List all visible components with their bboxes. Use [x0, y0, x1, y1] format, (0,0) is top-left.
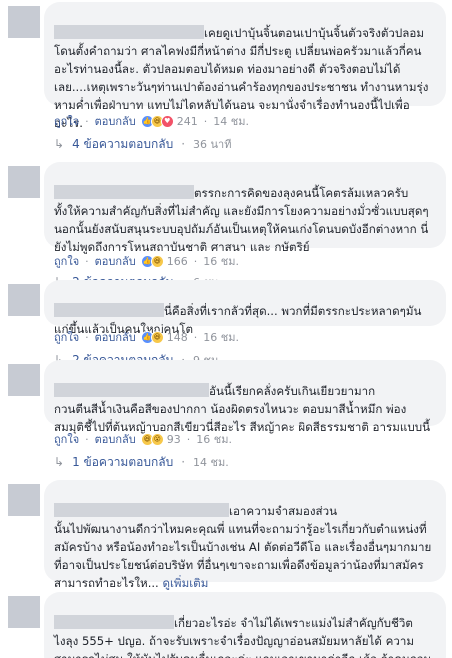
comment-thread: เคยดูเปาบุ้นจิ้นตอนเปาบุ้นจิ้นตัวจริงตัว…: [0, 0, 452, 658]
reaction-count: 166: [166, 254, 188, 268]
comment-text-line: อันนี้เรียกคลั่งครับเกินเยียวยามาก: [209, 384, 376, 398]
avatar[interactable]: [8, 284, 40, 316]
comment-text-line: นี่คือสิ่งที่เรากลัวที่สุด... พวกที่มีตร…: [164, 304, 422, 318]
comment-bubble: เกี่ยวอะไรอ่ะ จำไม่ได้เพราะแม่งไม่สำคัญก…: [44, 592, 446, 658]
comment-actions: ถูกใจ · ตอบกลับ 👍 😆 166 · 16 ชม.: [54, 252, 239, 270]
comment-actions: ถูกใจ · ตอบกลับ 👍 😆 ♥ 241 · 14 ชม.: [54, 112, 249, 130]
comment-text-line: เกี่ยวอะไรอ่ะ จำไม่ได้เพราะแม่งไม่สำคัญก…: [174, 616, 413, 630]
comment-text: ทั้งให้ความสำคัญกับสิ่งที่ไม่สำคัญ และยั…: [54, 204, 429, 254]
comment-bubble: นี่คือสิ่งที่เรากลัวที่สุด... พวกที่มีตร…: [44, 280, 446, 336]
like-link[interactable]: ถูกใจ: [54, 328, 79, 346]
like-link[interactable]: ถูกใจ: [54, 252, 79, 270]
wow-reaction-icon: 😮: [150, 432, 164, 446]
haha-reaction-icon: 😆: [150, 330, 164, 344]
comment-text: ไงลุง 555+ ปญอ. ถ้าจะรับเพราะจำเรื่องปัญ…: [54, 634, 431, 658]
comment-time[interactable]: 14 ชม.: [213, 112, 249, 130]
comment-text-line: ตรรกะการคิดของลุงคนนี้โคตรล้มเหลวครับ: [194, 186, 409, 200]
comment-actions: ถูกใจ · ตอบกลับ 😆 😮 93 · 16 ชม.: [54, 430, 232, 448]
like-link[interactable]: ถูกใจ: [54, 430, 79, 448]
reaction-summary[interactable]: 👍 😆 ♥ 241: [140, 114, 198, 128]
replies-time: 36 นาที: [193, 138, 232, 151]
redacted-commenter-name[interactable]: [54, 383, 209, 397]
view-replies[interactable]: ↳ 1 ข้อความตอบกลับ · 14 ชม.: [54, 452, 229, 472]
replies-count-label[interactable]: 4 ข้อความตอบกลับ: [72, 135, 173, 154]
comment-bubble: เอาความจำสมองส่วน นั้นไปพัฒนางานดีกว่าไห…: [44, 480, 446, 590]
replies-time: 14 ชม.: [193, 456, 229, 469]
reply-link[interactable]: ตอบกลับ: [95, 252, 136, 270]
see-more-link[interactable]: ดูเพิ่มเติม: [162, 576, 208, 590]
love-reaction-icon: ♥: [160, 114, 174, 128]
redacted-commenter-name[interactable]: [54, 615, 174, 629]
reaction-count: 93: [166, 432, 181, 446]
comment-text: นั้นไปพัฒนางานดีกว่าไหมคะคุณพี่ แทนที่จะ…: [54, 522, 432, 590]
avatar[interactable]: [8, 166, 40, 198]
reply-link[interactable]: ตอบกลับ: [95, 430, 136, 448]
reply-arrow-icon: ↳: [54, 455, 65, 469]
comment-text-line: เอาความจำสมองส่วน: [229, 504, 338, 518]
comment-bubble: ตรรกะการคิดของลุงคนนี้โคตรล้มเหลวครับ ทั…: [44, 162, 446, 254]
avatar[interactable]: [8, 596, 40, 628]
comment-bubble: เคยดูเปาบุ้นจิ้นตอนเปาบุ้นจิ้นตัวจริงตัว…: [44, 2, 446, 130]
redacted-commenter-name[interactable]: [54, 303, 164, 317]
comment-time[interactable]: 16 ชม.: [203, 252, 239, 270]
reply-link[interactable]: ตอบกลับ: [95, 328, 136, 346]
avatar[interactable]: [8, 6, 40, 38]
redacted-commenter-name[interactable]: [54, 185, 194, 199]
like-link[interactable]: ถูกใจ: [54, 112, 79, 130]
redacted-commenter-name[interactable]: [54, 25, 204, 39]
comment-time[interactable]: 16 ชม.: [196, 430, 232, 448]
reply-link[interactable]: ตอบกลับ: [95, 112, 136, 130]
reaction-summary[interactable]: 👍 😆 166: [140, 254, 188, 268]
reply-arrow-icon: ↳: [54, 137, 65, 151]
reaction-count: 241: [176, 114, 198, 128]
view-replies[interactable]: ↳ 4 ข้อความตอบกลับ · 36 นาที: [54, 134, 231, 154]
replies-count-label[interactable]: 1 ข้อความตอบกลับ: [72, 453, 173, 472]
avatar[interactable]: [8, 364, 40, 396]
reaction-summary[interactable]: 😆 😮 93: [140, 432, 181, 446]
comment-bubble: อันนี้เรียกคลั่งครับเกินเยียวยามาก กวนตี…: [44, 360, 446, 434]
avatar[interactable]: [8, 484, 40, 516]
haha-reaction-icon: 😆: [150, 254, 164, 268]
comment-text-line: เคยดูเปาบุ้นจิ้นตอนเปาบุ้นจิ้นตัวจริงตัว…: [204, 26, 424, 40]
comment-actions: ถูกใจ · ตอบกลับ 👍 😆 148 · 16 ชม.: [54, 328, 239, 346]
redacted-commenter-name[interactable]: [54, 503, 229, 517]
comment-time[interactable]: 16 ชม.: [203, 328, 239, 346]
reaction-summary[interactable]: 👍 😆 148: [140, 330, 188, 344]
reaction-count: 148: [166, 330, 188, 344]
